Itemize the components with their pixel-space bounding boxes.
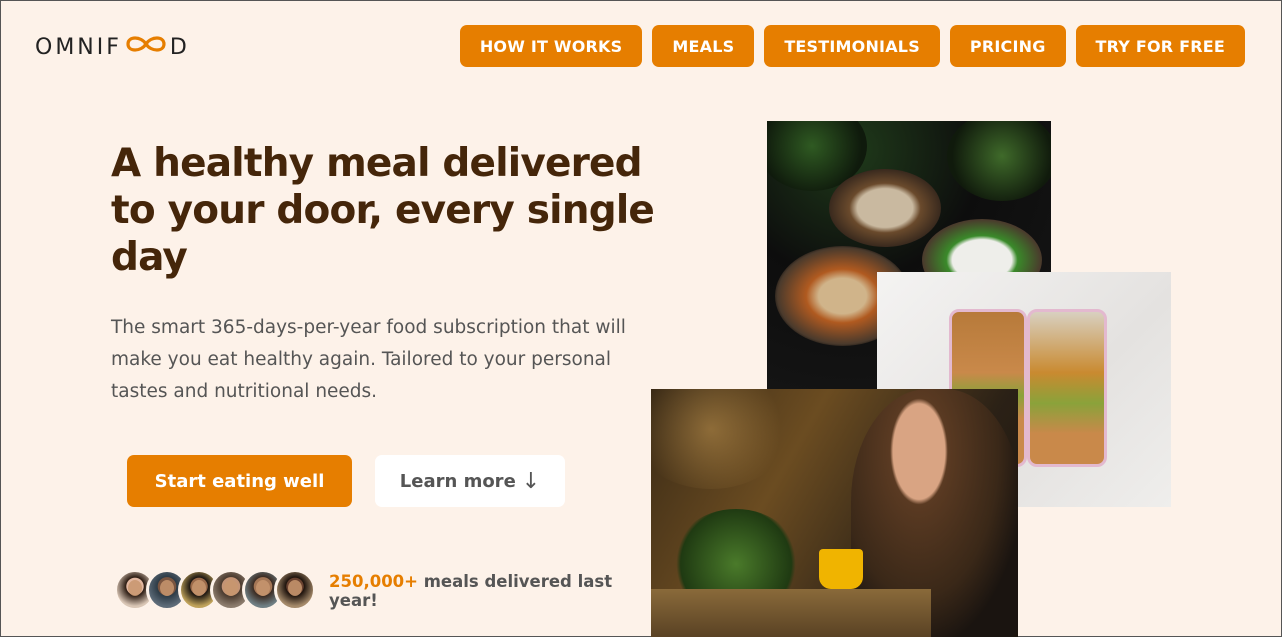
- nav-try-for-free[interactable]: TRY FOR FREE: [1075, 25, 1245, 67]
- nav-meals[interactable]: MEALS: [652, 25, 755, 67]
- omnifood-logo[interactable]: OMNIF D: [35, 33, 190, 61]
- nav-testimonials[interactable]: TESTIMONIALS: [764, 25, 940, 67]
- logo-text-right: D: [169, 34, 190, 60]
- woman-eating-photo: [651, 389, 1018, 637]
- learn-more-button[interactable]: Learn more ↓: [375, 455, 565, 507]
- avatar: [274, 569, 316, 611]
- nav-how-it-works[interactable]: HOW IT WORKS: [459, 25, 643, 67]
- main-nav: HOW IT WORKS MEALS TESTIMONIALS PRICING …: [459, 25, 1245, 67]
- meals-delivered-text: 250,000+ meals delivered last year!: [329, 572, 619, 610]
- start-eating-well-button[interactable]: Start eating well: [127, 455, 352, 507]
- arrow-down-icon: ↓: [521, 468, 541, 494]
- hero-title: A healthy meal delivered to your door, e…: [111, 141, 655, 280]
- nav-pricing[interactable]: PRICING: [949, 25, 1066, 67]
- logo-text-left: OMNIF: [35, 34, 122, 60]
- learn-more-label: Learn more: [399, 470, 516, 492]
- hero-description: The smart 365-days-per-year food subscri…: [111, 317, 626, 402]
- meals-delivered-count: 250,000+: [329, 572, 418, 591]
- customer-avatars: [114, 569, 316, 611]
- start-eating-well-label: Start eating well: [154, 470, 325, 492]
- infinity-icon: [124, 33, 168, 61]
